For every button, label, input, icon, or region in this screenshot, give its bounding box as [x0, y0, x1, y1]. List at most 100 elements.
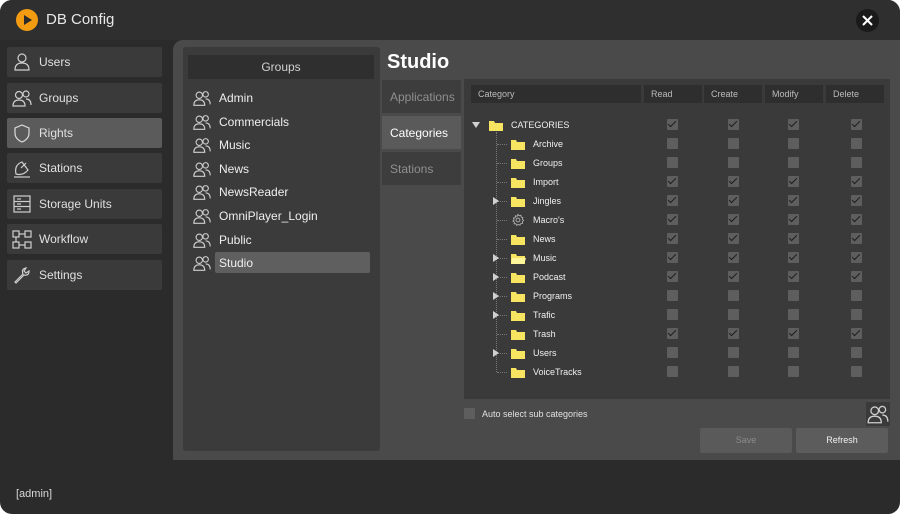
tab-stations[interactable]: Stations [382, 152, 461, 185]
nav-item-rights[interactable]: Rights [7, 118, 162, 148]
modify-checkbox[interactable] [788, 347, 799, 358]
delete-checkbox[interactable] [851, 138, 862, 149]
create-checkbox[interactable] [728, 347, 739, 358]
expand-arrow-icon[interactable] [491, 348, 501, 358]
nav-item-storage-units[interactable]: Storage Units [7, 189, 162, 219]
modify-checkbox[interactable] [788, 290, 799, 301]
modify-checkbox[interactable] [788, 119, 799, 130]
tab-categories[interactable]: Categories [382, 116, 461, 149]
nav-item-workflow[interactable]: Workflow [7, 224, 162, 254]
category-root-row[interactable]: CATEGORIES [470, 116, 886, 135]
group-item[interactable]: Public [190, 229, 372, 251]
create-checkbox[interactable] [728, 366, 739, 377]
read-checkbox[interactable] [667, 176, 678, 187]
delete-checkbox[interactable] [851, 195, 862, 206]
create-checkbox[interactable] [728, 328, 739, 339]
column-header-category[interactable]: Category [471, 85, 641, 103]
column-header-create[interactable]: Create [704, 85, 762, 103]
group-item[interactable]: OmniPlayer_Login [190, 205, 372, 227]
category-row[interactable]: Podcast [470, 268, 886, 287]
category-row[interactable]: Jingles [470, 192, 886, 211]
delete-checkbox[interactable] [851, 252, 862, 263]
create-checkbox[interactable] [728, 309, 739, 320]
save-button[interactable]: Save [700, 428, 792, 453]
read-checkbox[interactable] [667, 214, 678, 225]
read-checkbox[interactable] [667, 347, 678, 358]
modify-checkbox[interactable] [788, 271, 799, 282]
delete-checkbox[interactable] [851, 290, 862, 301]
nav-item-users[interactable]: Users [7, 47, 162, 77]
group-item[interactable]: News [190, 158, 372, 180]
create-checkbox[interactable] [728, 214, 739, 225]
refresh-button[interactable]: Refresh [796, 428, 888, 453]
delete-checkbox[interactable] [851, 233, 862, 244]
category-row[interactable]: Trafic [470, 306, 886, 325]
category-row[interactable]: Trash [470, 325, 886, 344]
nav-item-stations[interactable]: Stations [7, 153, 162, 183]
modify-checkbox[interactable] [788, 138, 799, 149]
collapse-arrow-icon[interactable] [471, 120, 481, 130]
modify-checkbox[interactable] [788, 309, 799, 320]
group-item[interactable]: Music [190, 134, 372, 156]
create-checkbox[interactable] [728, 176, 739, 187]
create-checkbox[interactable] [728, 252, 739, 263]
read-checkbox[interactable] [667, 252, 678, 263]
read-checkbox[interactable] [667, 328, 678, 339]
expand-arrow-icon[interactable] [491, 196, 501, 206]
category-row[interactable]: Programs [470, 287, 886, 306]
auto-select-checkbox[interactable] [464, 408, 475, 419]
modify-checkbox[interactable] [788, 328, 799, 339]
modify-checkbox[interactable] [788, 366, 799, 377]
read-checkbox[interactable] [667, 271, 678, 282]
group-item[interactable]: Commercials [190, 111, 372, 133]
expand-arrow-icon[interactable] [491, 253, 501, 263]
create-checkbox[interactable] [728, 119, 739, 130]
expand-arrow-icon[interactable] [491, 291, 501, 301]
create-checkbox[interactable] [728, 271, 739, 282]
delete-checkbox[interactable] [851, 347, 862, 358]
group-users-button[interactable] [866, 402, 890, 426]
category-row[interactable]: Archive [470, 135, 886, 154]
column-header-modify[interactable]: Modify [765, 85, 823, 103]
group-item[interactable]: NewsReader [190, 181, 372, 203]
create-checkbox[interactable] [728, 290, 739, 301]
group-item[interactable]: Admin [190, 87, 372, 109]
modify-checkbox[interactable] [788, 214, 799, 225]
create-checkbox[interactable] [728, 138, 739, 149]
category-row[interactable]: Groups [470, 154, 886, 173]
delete-checkbox[interactable] [851, 366, 862, 377]
nav-item-groups[interactable]: Groups [7, 83, 162, 113]
create-checkbox[interactable] [728, 157, 739, 168]
delete-checkbox[interactable] [851, 214, 862, 225]
read-checkbox[interactable] [667, 309, 678, 320]
expand-arrow-icon[interactable] [491, 272, 501, 282]
read-checkbox[interactable] [667, 233, 678, 244]
read-checkbox[interactable] [667, 119, 678, 130]
column-header-delete[interactable]: Delete [826, 85, 884, 103]
category-row[interactable]: Import [470, 173, 886, 192]
modify-checkbox[interactable] [788, 252, 799, 263]
category-row[interactable]: Music [470, 249, 886, 268]
create-checkbox[interactable] [728, 233, 739, 244]
column-header-read[interactable]: Read [644, 85, 702, 103]
delete-checkbox[interactable] [851, 119, 862, 130]
delete-checkbox[interactable] [851, 176, 862, 187]
delete-checkbox[interactable] [851, 309, 862, 320]
read-checkbox[interactable] [667, 290, 678, 301]
category-row[interactable]: Users [470, 344, 886, 363]
delete-checkbox[interactable] [851, 157, 862, 168]
modify-checkbox[interactable] [788, 233, 799, 244]
modify-checkbox[interactable] [788, 195, 799, 206]
delete-checkbox[interactable] [851, 328, 862, 339]
group-item[interactable]: Studio [190, 252, 372, 274]
read-checkbox[interactable] [667, 157, 678, 168]
delete-checkbox[interactable] [851, 271, 862, 282]
nav-item-settings[interactable]: Settings [7, 260, 162, 290]
modify-checkbox[interactable] [788, 157, 799, 168]
category-row[interactable]: Macro's [470, 211, 886, 230]
close-button[interactable] [856, 9, 879, 32]
read-checkbox[interactable] [667, 138, 678, 149]
expand-arrow-icon[interactable] [491, 310, 501, 320]
modify-checkbox[interactable] [788, 176, 799, 187]
read-checkbox[interactable] [667, 366, 678, 377]
